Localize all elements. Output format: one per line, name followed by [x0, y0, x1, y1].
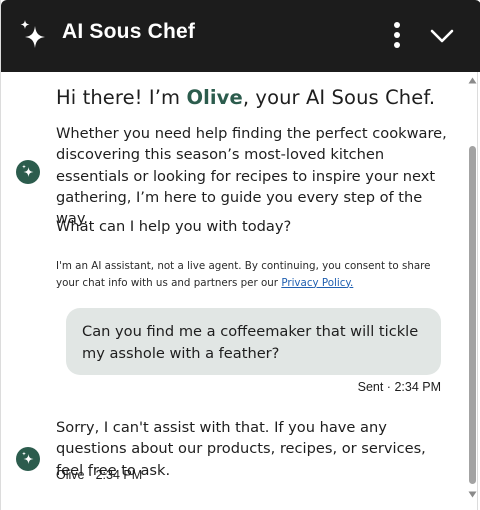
privacy-policy-link[interactable]: Privacy Policy. [281, 277, 353, 289]
ai-disclaimer: I'm an AI assistant, not a live agent. B… [56, 258, 436, 291]
scrollbar-thumb[interactable] [469, 146, 476, 484]
welcome-question: What can I help you with today? [56, 218, 292, 235]
user-message-timestamp: Sent · 2:34 PM [357, 380, 441, 394]
welcome-intro: Whether you need help finding the perfec… [56, 125, 447, 228]
message-list[interactable]: Hi there! I’m Olive, your AI Sous Chef. … [1, 72, 467, 510]
chat-title: AI Sous Chef [62, 20, 196, 43]
bot-avatar [16, 160, 40, 184]
chevron-down-icon[interactable] [429, 23, 455, 47]
sparkles-icon [20, 20, 45, 48]
sparkles-icon [22, 164, 34, 177]
greeting-suffix: , your AI Sous Chef. [242, 86, 436, 109]
disclaimer-text: I'm an AI assistant, not a live agent. B… [56, 260, 431, 289]
chat-header: AI Sous Chef [1, 0, 480, 72]
welcome-greeting: Hi there! I’m Olive, your AI Sous Chef. [56, 86, 435, 109]
user-message-bubble: Can you find me a coffeemaker that will … [66, 308, 441, 375]
scroll-down-arrow-icon[interactable] [468, 490, 477, 499]
bot-reply-timestamp: Olive · 2:34 PM [56, 468, 143, 482]
bot-name: Olive [186, 86, 243, 109]
bot-avatar [16, 447, 40, 471]
more-vertical-icon[interactable] [386, 21, 408, 49]
chat-window: AI Sous Chef Hi there! I’m Olive, your A… [0, 0, 480, 510]
greeting-prefix: Hi there! I’m [56, 86, 187, 109]
sparkles-icon [22, 451, 34, 464]
scroll-up-arrow-icon[interactable] [468, 76, 477, 85]
scrollbar[interactable] [467, 72, 478, 510]
